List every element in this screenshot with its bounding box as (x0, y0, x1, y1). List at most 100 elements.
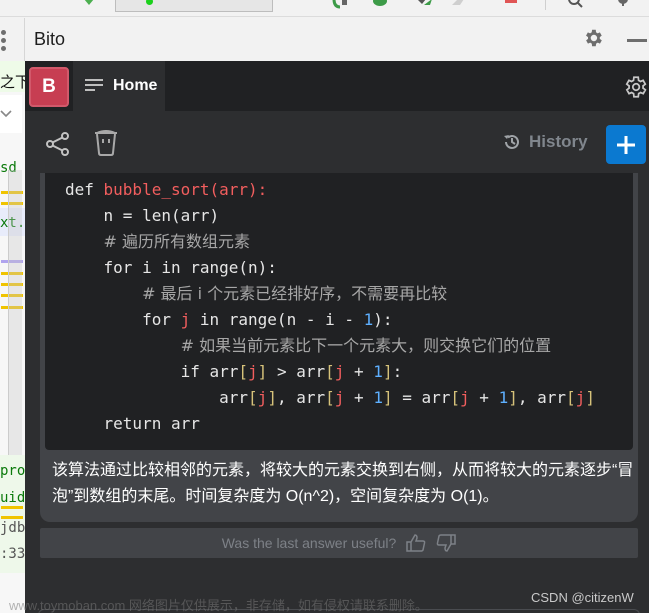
code-token: # 遍历所有数组元素 (103, 232, 251, 251)
code-token: # 如果当前元素比下一个元素大，则交换它们的位置 (180, 336, 552, 355)
code-line: return arr (65, 411, 633, 437)
run-arrow-icon[interactable] (82, 0, 96, 6)
ide-toolbar (0, 0, 649, 17)
feedback-question: Was the last answer useful? (221, 535, 397, 551)
ide-window: 之下 sd xt. pro uid jdb :33 Bito B Home Hi… (0, 0, 649, 613)
code-fragment: jdb (0, 520, 25, 536)
code-token: j (334, 388, 345, 407)
dropdown-box[interactable] (0, 95, 22, 133)
watermark-text: www.toymoban.com 网络图片仅供展示，非存储，如有侵权请联系删除。 (9, 598, 428, 613)
code-fragment: pro (0, 463, 25, 479)
code-token: def (65, 180, 104, 199)
code-token: in range(n - i - (190, 310, 364, 329)
code-token: ] (257, 362, 268, 381)
gear-icon[interactable] (582, 27, 604, 49)
code-token: , arr (517, 388, 567, 407)
bito-panel: B Home History def bubble_sort(arr): n =… (25, 61, 649, 613)
code-line: def bubble_sort(arr): (65, 177, 633, 203)
code-token: 1 (498, 388, 509, 407)
code-line: # 遍历所有数组元素 (65, 229, 633, 255)
code-token: = arr (392, 388, 451, 407)
code-token: [ (248, 388, 258, 407)
code-token: [ (450, 388, 461, 407)
code-token: > arr (267, 362, 326, 381)
history-button[interactable]: History (503, 132, 588, 152)
run-configuration-selector[interactable] (115, 0, 273, 12)
code-token: ): (373, 310, 393, 329)
code-fragment: uid (0, 490, 25, 506)
highlight-marker (1, 506, 23, 509)
status-dot-icon (146, 0, 153, 5)
code-token: j (248, 362, 258, 381)
code-line: for j in range(n - i - 1): (65, 307, 633, 333)
code-line: n = len(arr) (65, 203, 633, 229)
code-token: n = len(arr) (103, 206, 220, 225)
code-token: 1 (363, 310, 374, 329)
stop-icon[interactable] (505, 0, 519, 6)
code-token: + (469, 388, 499, 407)
code-token: for i in range(n): (103, 258, 277, 277)
ide-settings-icon[interactable] (615, 0, 629, 6)
code-token: j (257, 388, 268, 407)
code-token: 1 (373, 388, 383, 407)
editor-gutter-strip: 之下 sd xt. pro uid jdb :33 (0, 50, 25, 613)
code-token: [ (325, 362, 335, 381)
credit-text: CSDN @citizenW (531, 590, 634, 605)
plus-icon (617, 135, 635, 154)
scroll-guide (8, 170, 22, 470)
panel-topbar: B Home (25, 61, 649, 111)
code-line: # 如果当前元素比下一个元素大，则交换它们的位置 (65, 333, 633, 359)
profile-icon[interactable] (416, 0, 432, 6)
code-token: arr (219, 388, 249, 407)
code-line: arr[j], arr[j + 1] = arr[j + 1], arr[j] (65, 385, 633, 411)
thumbs-down-icon[interactable] (436, 534, 457, 552)
run-icon[interactable] (332, 0, 347, 9)
code-token: ] (585, 388, 595, 407)
feedback-bar: Was the last answer useful? (40, 528, 638, 558)
code-token: j (180, 310, 191, 329)
code-token: ] (382, 388, 393, 407)
avatar[interactable]: B (29, 67, 69, 107)
code-token: , arr (276, 388, 326, 407)
menu-icon (85, 79, 103, 93)
toolbar-divider (545, 0, 546, 10)
tool-window-title: Bito (34, 29, 66, 49)
debug-icon[interactable] (372, 0, 387, 6)
code-token: ] (267, 388, 277, 407)
settings-icon[interactable] (622, 74, 648, 100)
code-token: for (142, 310, 181, 329)
code-fragment: :33 (0, 546, 25, 562)
new-chat-button[interactable] (606, 125, 646, 164)
code-token: 1 (373, 362, 383, 381)
code-token: + (344, 362, 374, 381)
code-token: [ (566, 388, 576, 407)
answer-card: def bubble_sort(arr): n = len(arr) # 遍历所… (40, 173, 638, 522)
code-token: [ (238, 362, 249, 381)
delete-icon[interactable] (93, 129, 119, 157)
code-token: j (460, 388, 470, 407)
code-token: j (575, 388, 586, 407)
history-label: History (529, 132, 588, 151)
tab-home[interactable]: Home (73, 61, 165, 111)
code-line: # 最后 i 个元素已经排好序，不需要再比较 (65, 281, 633, 307)
code-token: j (334, 362, 345, 381)
tool-window-header: Bito (0, 18, 649, 61)
code-line: if arr[j] > arr[j + 1]: (65, 359, 633, 385)
coverage-icon[interactable] (450, 0, 464, 6)
divider (24, 18, 25, 61)
share-icon[interactable] (45, 131, 71, 157)
minimize-icon[interactable] (627, 39, 647, 42)
code-token: + (344, 388, 374, 407)
code-block[interactable]: def bubble_sort(arr): n = len(arr) # 遍历所… (45, 173, 633, 450)
search-icon[interactable] (568, 0, 583, 8)
highlight-marker (1, 516, 23, 519)
code-token: if arr (180, 362, 239, 381)
code-token: # 最后 i 个元素已经排好序，不需要再比较 (142, 284, 448, 303)
code-token: ] (508, 388, 518, 407)
code-token: : (392, 362, 403, 381)
code-line: for i in range(n): (65, 255, 633, 281)
thumbs-up-icon[interactable] (406, 534, 426, 552)
drag-handle-icon[interactable] (1, 30, 7, 52)
code-token: return arr (103, 414, 200, 433)
code-fragment: 之下 (0, 73, 25, 91)
